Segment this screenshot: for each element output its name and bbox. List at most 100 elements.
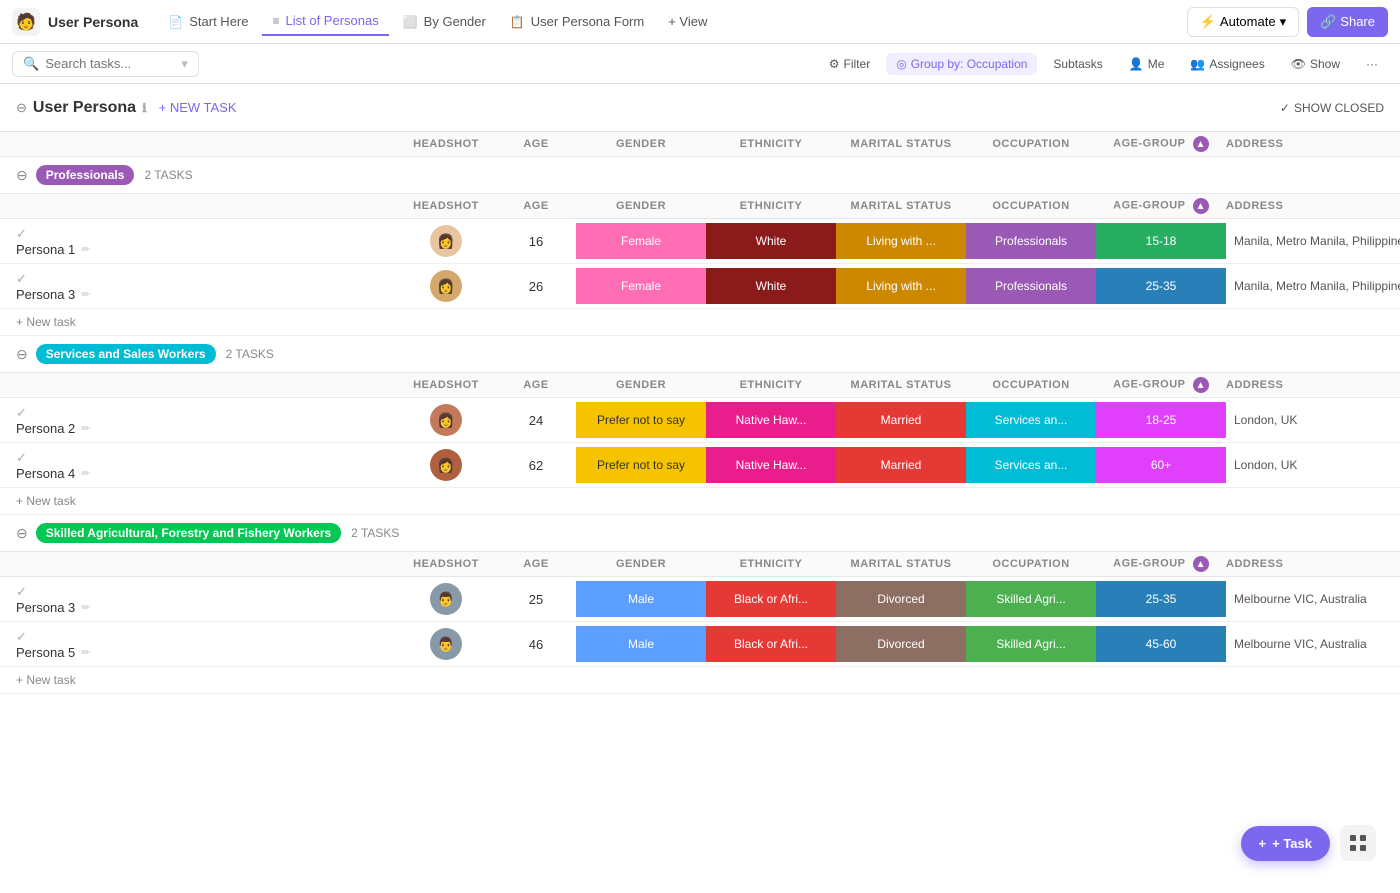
filter-button[interactable]: ⚙ Filter bbox=[819, 53, 880, 75]
group-toggle-professionals[interactable]: ⊖ bbox=[16, 167, 28, 184]
check-icon: ✓ bbox=[1280, 101, 1290, 115]
check-icon[interactable]: ✓ bbox=[16, 405, 27, 420]
group-by-button[interactable]: ◎ Group by: Occupation bbox=[886, 53, 1037, 75]
new-task-row-professionals[interactable]: + New task bbox=[0, 309, 1400, 336]
task-name: Persona 1 ✏ bbox=[16, 242, 396, 257]
group-col-headers-professionals: HEADSHOT AGE GENDER ETHNICITY MARITAL ST… bbox=[0, 194, 1400, 219]
edit-icon[interactable]: ✏ bbox=[81, 646, 90, 659]
group-count-agricultural: 2 TASKS bbox=[351, 526, 399, 540]
group-header-services-sales: ⊖ Services and Sales Workers 2 TASKS bbox=[0, 336, 1400, 373]
automate-button[interactable]: ⚡ Automate ▾ bbox=[1187, 7, 1299, 37]
toolbar-right: ⚙ Filter ◎ Group by: Occupation Subtasks… bbox=[819, 53, 1388, 75]
show-button[interactable]: 👁 Show bbox=[1281, 53, 1350, 75]
app-icon: 🧑 bbox=[12, 8, 40, 36]
table-row: ✓ Persona 3 ✏ 👩 26 Female White Living w… bbox=[0, 264, 1400, 309]
group-header-professionals: ⊖ Professionals 2 TASKS bbox=[0, 157, 1400, 194]
search-input[interactable] bbox=[45, 56, 175, 71]
page-header: ⊖ User Persona ℹ + NEW TASK ✓ SHOW CLOSE… bbox=[0, 84, 1400, 132]
cell-age: 16 bbox=[496, 234, 576, 249]
cell-gender: Female bbox=[576, 223, 706, 259]
cell-address: Melbourne VIC, Australia bbox=[1226, 592, 1400, 606]
check-icon[interactable]: ✓ bbox=[16, 629, 27, 644]
group-col-headers-agricultural: HEADSHOT AGE GENDER ETHNICITY MARITAL ST… bbox=[0, 552, 1400, 577]
cell-age: 62 bbox=[496, 458, 576, 473]
cell-ethnicity: White bbox=[706, 223, 836, 259]
col-header-age: AGE bbox=[496, 138, 576, 150]
doc-icon: 📄 bbox=[168, 15, 183, 29]
avatar: 👨 bbox=[430, 583, 462, 615]
column-headers: HEADSHOT AGE GENDER ETHNICITY MARITAL ST… bbox=[0, 132, 1400, 157]
table-row: ✓ Persona 4 ✏ 👩 62 Prefer not to say Nat… bbox=[0, 443, 1400, 488]
cell-age-group: 25-35 bbox=[1096, 268, 1226, 304]
group-label-professionals: Professionals bbox=[36, 165, 135, 185]
cell-age: 25 bbox=[496, 592, 576, 607]
cell-headshot: 👨 bbox=[396, 583, 496, 615]
cell-age: 46 bbox=[496, 637, 576, 652]
cell-gender: Female bbox=[576, 268, 706, 304]
group-agricultural: ⊖ Skilled Agricultural, Forestry and Fis… bbox=[0, 515, 1400, 694]
col-header-address: ADDRESS bbox=[1226, 138, 1400, 150]
col-header-marital: MARITAL STATUS bbox=[836, 138, 966, 150]
cell-gender: Prefer not to say bbox=[576, 402, 706, 438]
subtasks-button[interactable]: Subtasks bbox=[1043, 53, 1112, 75]
plus-icon: + bbox=[1259, 836, 1267, 851]
task-name: Persona 3 ✏ bbox=[16, 600, 396, 615]
group-label-services-sales: Services and Sales Workers bbox=[36, 344, 216, 364]
collapse-icon[interactable]: ⊖ bbox=[16, 100, 27, 116]
cell-address: Manila, Metro Manila, Philippines bbox=[1226, 234, 1400, 248]
edit-icon[interactable]: ✏ bbox=[81, 467, 90, 480]
group-toggle-services-sales[interactable]: ⊖ bbox=[16, 346, 28, 363]
assignees-icon: 👥 bbox=[1190, 57, 1205, 71]
grid-view-button[interactable] bbox=[1340, 825, 1376, 861]
table-container: HEADSHOT AGE GENDER ETHNICITY MARITAL ST… bbox=[0, 132, 1400, 694]
tab-start-here[interactable]: 📄 Start Here bbox=[158, 8, 258, 35]
group-label-agricultural: Skilled Agricultural, Forestry and Fishe… bbox=[36, 523, 341, 543]
check-icon[interactable]: ✓ bbox=[16, 450, 27, 465]
ellipsis-icon: ··· bbox=[1366, 57, 1378, 71]
cell-address: London, UK bbox=[1226, 413, 1400, 427]
grid-icon bbox=[1349, 834, 1367, 852]
tab-user-persona-form[interactable]: 📋 User Persona Form bbox=[500, 8, 654, 35]
table-row: ✓ Persona 3 ✏ 👨 25 Male Black or Afri...… bbox=[0, 577, 1400, 622]
share-button[interactable]: 🔗 Share bbox=[1307, 7, 1388, 37]
me-button[interactable]: 👤 Me bbox=[1119, 53, 1175, 75]
new-task-button[interactable]: + NEW TASK bbox=[159, 100, 237, 115]
show-closed-button[interactable]: ✓ SHOW CLOSED bbox=[1280, 101, 1384, 115]
search-box[interactable]: 🔍 ▾ bbox=[12, 51, 199, 77]
group-count-professionals: 2 TASKS bbox=[144, 168, 192, 182]
info-icon[interactable]: ℹ bbox=[142, 101, 147, 115]
task-name: Persona 4 ✏ bbox=[16, 466, 396, 481]
cell-ethnicity: Native Haw... bbox=[706, 447, 836, 483]
group-col-headers-services: HEADSHOT AGE GENDER ETHNICITY MARITAL ST… bbox=[0, 373, 1400, 398]
table-row: ✓ Persona 5 ✏ 👨 46 Male Black or Afri...… bbox=[0, 622, 1400, 667]
check-icon[interactable]: ✓ bbox=[16, 584, 27, 599]
avatar: 👩 bbox=[430, 270, 462, 302]
check-icon[interactable]: ✓ bbox=[16, 226, 27, 241]
cell-address: Manila, Metro Manila, Philippines bbox=[1226, 279, 1400, 293]
page-title: User Persona ℹ bbox=[33, 99, 147, 117]
cell-headshot: 👨 bbox=[396, 628, 496, 660]
add-task-fab[interactable]: + + Task bbox=[1241, 826, 1330, 861]
tab-by-gender[interactable]: ⬜ By Gender bbox=[393, 8, 496, 35]
edit-icon[interactable]: ✏ bbox=[81, 601, 90, 614]
cell-age-group: 45-60 bbox=[1096, 626, 1226, 662]
form-icon: 📋 bbox=[510, 15, 525, 29]
edit-icon[interactable]: ✏ bbox=[81, 422, 90, 435]
cell-ethnicity: Native Haw... bbox=[706, 402, 836, 438]
cell-occupation: Skilled Agri... bbox=[966, 626, 1096, 662]
new-task-row-services[interactable]: + New task bbox=[0, 488, 1400, 515]
group-toggle-agricultural[interactable]: ⊖ bbox=[16, 525, 28, 542]
new-task-row-agricultural[interactable]: + New task bbox=[0, 667, 1400, 694]
search-icon: 🔍 bbox=[23, 56, 39, 72]
edit-icon[interactable]: ✏ bbox=[81, 288, 90, 301]
cell-gender: Male bbox=[576, 626, 706, 662]
cell-ethnicity: Black or Afri... bbox=[706, 626, 836, 662]
tab-add-view[interactable]: + View bbox=[658, 8, 717, 35]
cell-marital: Divorced bbox=[836, 626, 966, 662]
assignees-button[interactable]: 👥 Assignees bbox=[1180, 53, 1274, 75]
edit-icon[interactable]: ✏ bbox=[81, 243, 90, 256]
col-header-headshot: HEADSHOT bbox=[396, 138, 496, 150]
tab-list-of-personas[interactable]: ≡ List of Personas bbox=[262, 7, 388, 36]
more-options-button[interactable]: ··· bbox=[1356, 53, 1388, 75]
check-icon[interactable]: ✓ bbox=[16, 271, 27, 286]
